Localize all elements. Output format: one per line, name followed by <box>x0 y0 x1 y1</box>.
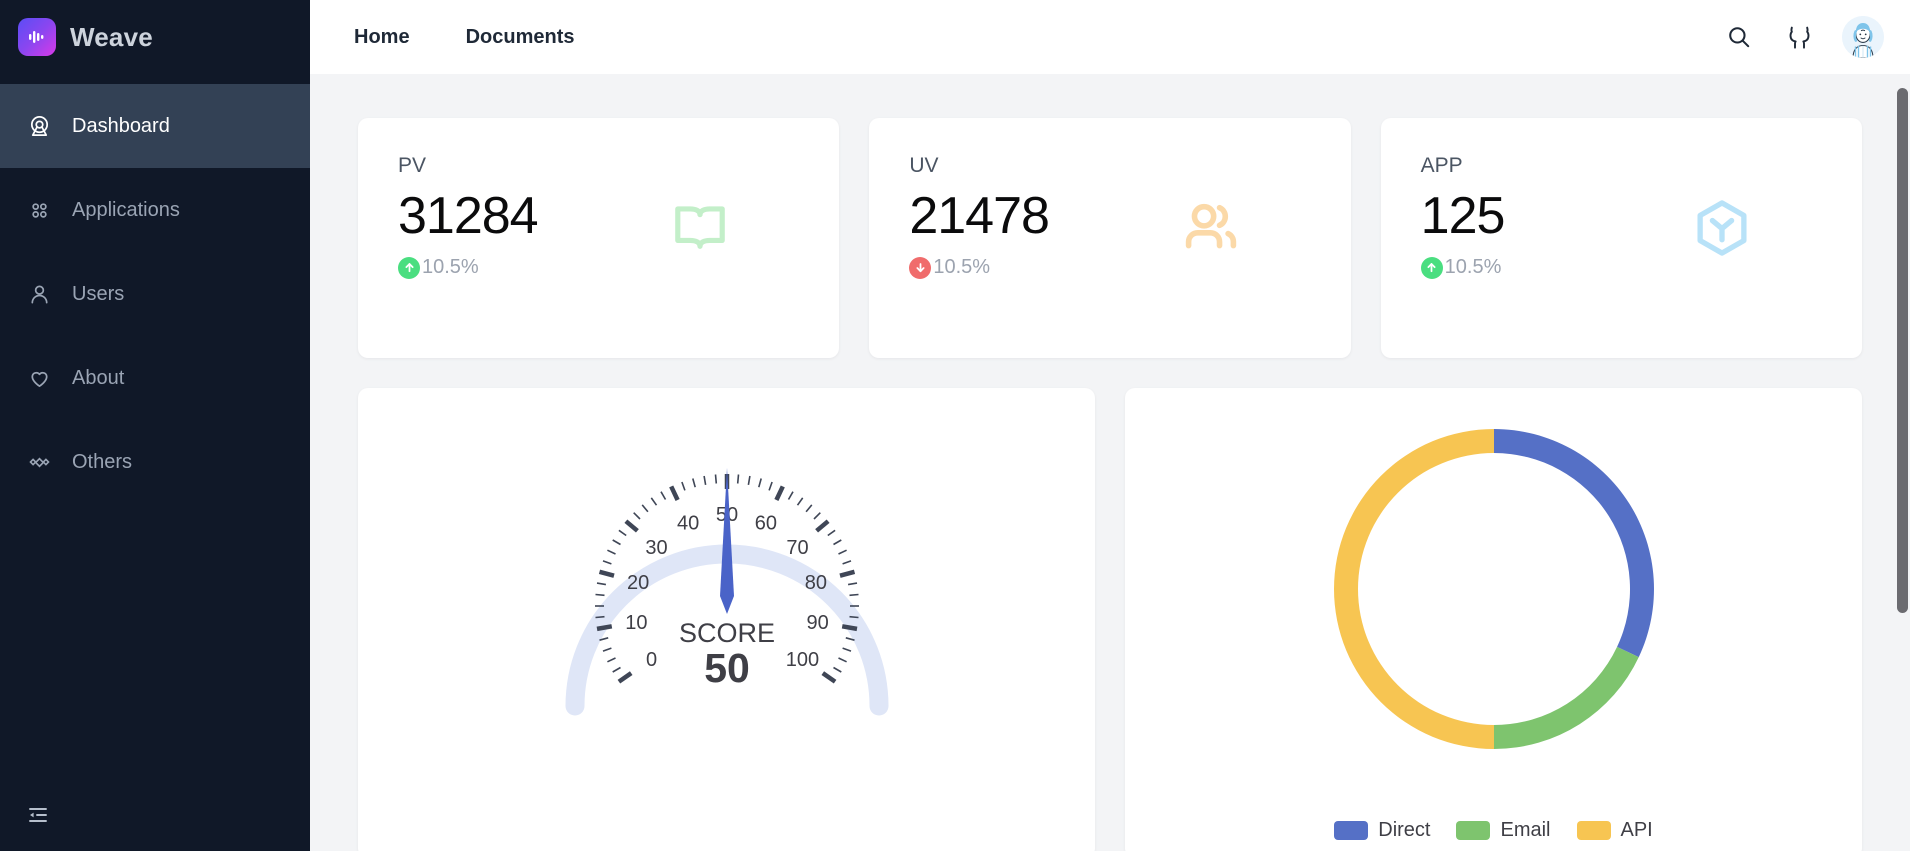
heart-icon <box>26 365 52 391</box>
stat-trend-value: 10.5% <box>933 256 991 278</box>
stat-value: 125 <box>1420 187 1506 245</box>
github-icon[interactable] <box>1782 20 1816 54</box>
topbar-actions <box>1722 16 1884 58</box>
vertical-scrollbar[interactable] <box>1897 88 1908 613</box>
legend-swatch <box>1334 821 1369 840</box>
audio-wave-icon <box>18 18 56 56</box>
stat-card-app: APP 125 10.5% <box>1380 118 1862 358</box>
donut-chart-card: Direct Email API <box>1125 388 1862 851</box>
sidebar-item-dashboard[interactable]: Dashboard <box>0 84 310 168</box>
arrow-up-icon <box>1420 256 1443 279</box>
stat-cards-row: PV 31284 10.5% UV 21478 10.5% APP 125 10… <box>358 118 1862 358</box>
stat-label: UV <box>909 154 939 177</box>
sidebar-item-label: Users <box>72 282 125 305</box>
gauge-tick-label: 0 <box>646 649 657 671</box>
collapse-sidebar-icon[interactable] <box>18 795 58 835</box>
stat-card-uv: UV 21478 10.5% <box>869 118 1351 358</box>
tab-home[interactable]: Home <box>354 26 410 49</box>
diamonds-icon <box>26 449 52 475</box>
gauge-tick-label: 20 <box>626 572 648 594</box>
sidebar-nav: Dashboard Applications Users About Other… <box>0 84 310 504</box>
gauge-tick-label: 90 <box>806 612 828 634</box>
sidebar-item-about[interactable]: About <box>0 336 310 420</box>
stat-value: 31284 <box>398 187 539 245</box>
gauge-tick-label: 100 <box>785 649 818 671</box>
app-root: Weave Dashboard Applications Users About… <box>0 0 1910 851</box>
sidebar-item-users[interactable]: Users <box>0 252 310 336</box>
sidebar: Weave Dashboard Applications Users About… <box>0 0 310 851</box>
hexagon-y-icon <box>1690 196 1754 265</box>
brand[interactable]: Weave <box>0 0 310 74</box>
chart-cards-row: 0102030405060708090100 SCORE 50 <box>358 388 1862 851</box>
sidebar-item-others[interactable]: Others <box>0 420 310 504</box>
gauge-needle <box>719 468 734 614</box>
stat-label: PV <box>398 154 427 177</box>
book-open-icon <box>669 196 731 263</box>
stat-trend: 10.5% <box>909 256 1310 279</box>
stat-trend-value: 10.5% <box>1444 256 1502 278</box>
gauge-svg: 0102030405060708090100 SCORE 50 <box>565 468 888 716</box>
donut-segment[interactable] <box>1493 429 1654 658</box>
legend-swatch <box>1576 821 1611 840</box>
stat-trend-value: 10.5% <box>422 256 479 278</box>
legend-label: Direct <box>1378 819 1431 841</box>
sidebar-item-applications[interactable]: Applications <box>0 168 310 252</box>
stat-label: APP <box>1420 154 1463 177</box>
gauge-value: 50 <box>704 645 750 691</box>
gauge-chart-card: 0102030405060708090100 SCORE 50 <box>358 388 1095 851</box>
gauge-tick-label: 30 <box>645 537 667 559</box>
donut-svg <box>1333 429 1654 749</box>
dashboard-icon <box>26 113 52 139</box>
legend-item-direct[interactable]: Direct <box>1334 819 1430 842</box>
sidebar-item-label: Applications <box>72 198 180 221</box>
sidebar-item-label: About <box>72 366 125 389</box>
gauge-tick-label: 40 <box>676 513 698 535</box>
gauge-tick-label: 80 <box>804 572 826 594</box>
stat-card-pv: PV 31284 10.5% <box>358 118 840 358</box>
stat-trend: 10.5% <box>398 256 799 279</box>
legend-item-api[interactable]: API <box>1576 819 1653 842</box>
main-area: Home Documents PV 31284 10.5% UV 21478 1… <box>310 0 1910 851</box>
topbar: Home Documents <box>310 0 1910 74</box>
gauge-tick-label: 10 <box>625 612 647 634</box>
dashboard-content: PV 31284 10.5% UV 21478 10.5% APP 125 10… <box>310 74 1910 851</box>
gauge-tick-label: 70 <box>786 537 808 559</box>
gauge-title: SCORE <box>678 618 774 648</box>
donut-segment[interactable] <box>1333 429 1494 749</box>
sidebar-item-label: Dashboard <box>72 114 170 137</box>
donut-chart <box>1125 388 1862 762</box>
users-icon <box>1179 196 1243 265</box>
tab-documents[interactable]: Documents <box>466 26 575 49</box>
user-avatar[interactable] <box>1842 16 1884 58</box>
user-icon <box>26 281 52 307</box>
stat-trend: 10.5% <box>1420 256 1822 279</box>
gauge-chart: 0102030405060708090100 SCORE 50 <box>358 388 1095 736</box>
gauge-tick-label: 60 <box>754 513 776 535</box>
legend-item-email[interactable]: Email <box>1456 819 1551 842</box>
donut-legend: Direct Email API <box>1125 819 1862 842</box>
stat-value: 21478 <box>909 187 1050 245</box>
arrow-down-icon <box>909 256 932 279</box>
brand-name: Weave <box>70 21 153 52</box>
donut-segment[interactable] <box>1493 646 1639 749</box>
top-navigation: Home Documents <box>354 26 574 49</box>
legend-label: API <box>1620 819 1653 841</box>
apps-grid-icon <box>26 197 52 223</box>
legend-label: Email <box>1500 819 1551 841</box>
sidebar-item-label: Others <box>72 450 133 473</box>
legend-swatch <box>1456 821 1491 840</box>
search-icon[interactable] <box>1722 20 1756 54</box>
arrow-up-icon <box>398 256 420 279</box>
